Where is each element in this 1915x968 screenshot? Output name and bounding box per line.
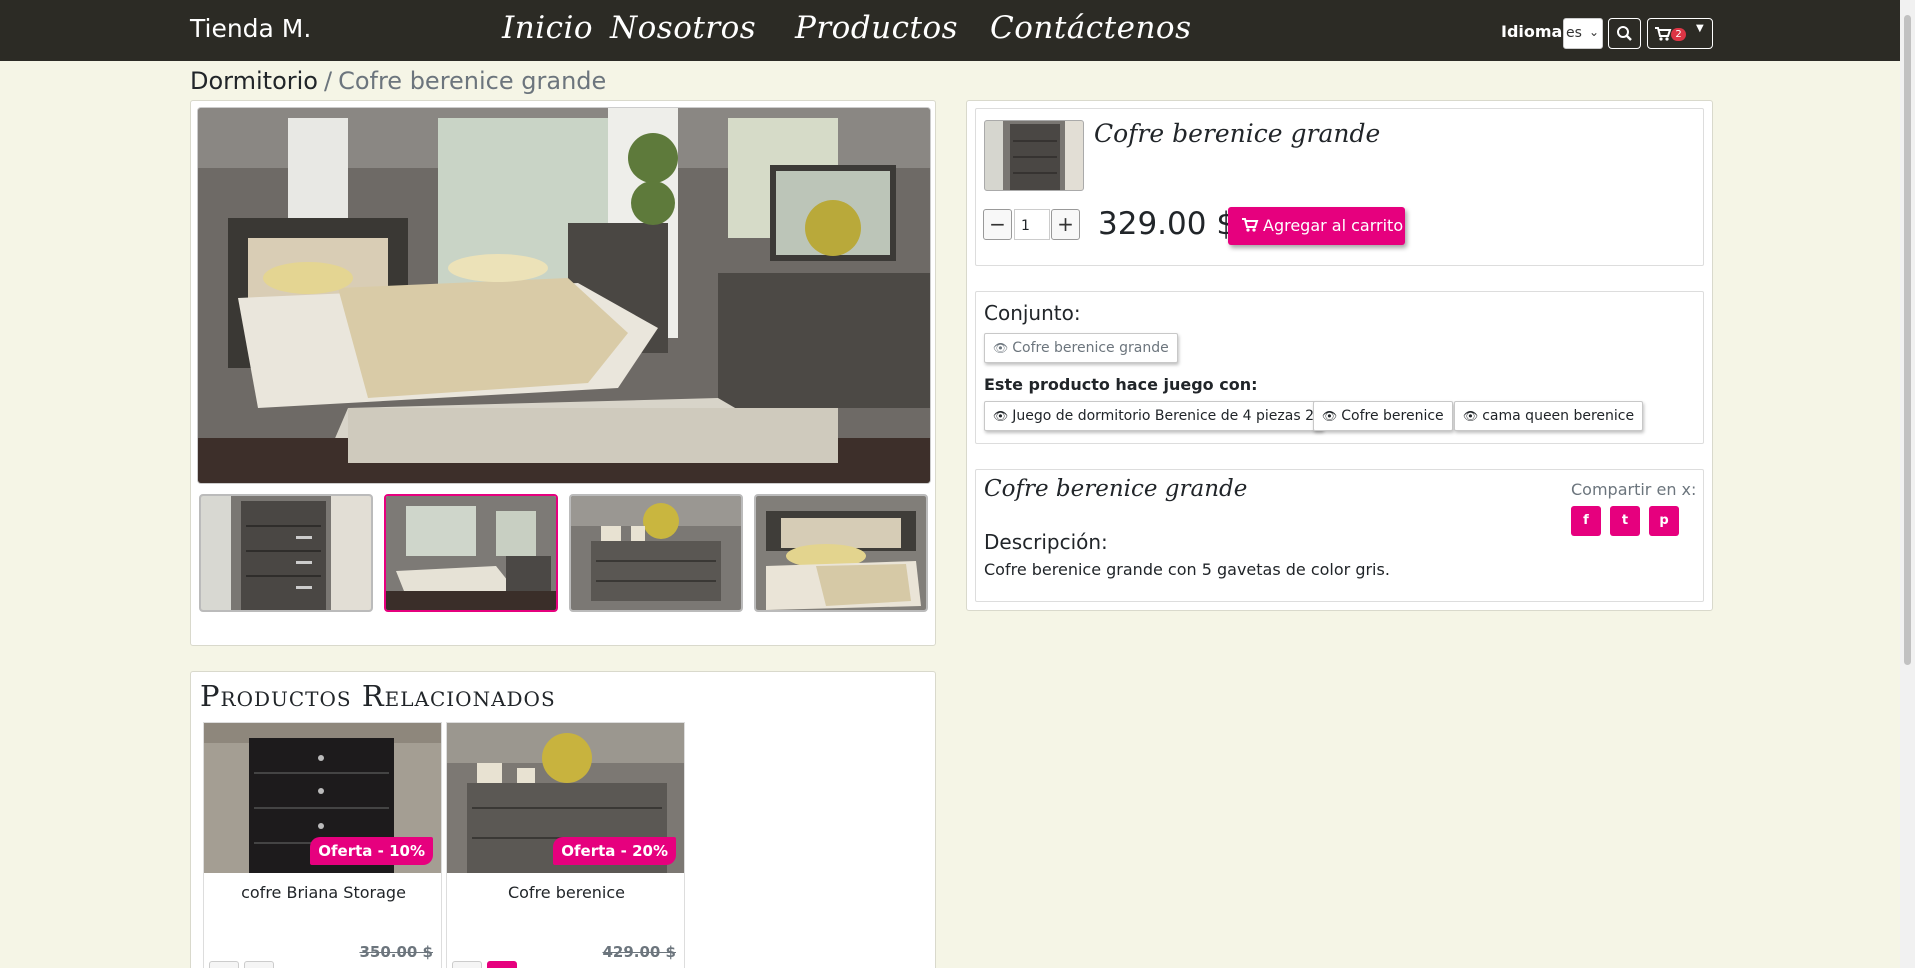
nav-link-productos[interactable]: Productos: [795, 10, 958, 46]
set-item-label: Cofre berenice grande: [1012, 340, 1169, 356]
language-value: es: [1566, 25, 1582, 41]
facebook-share-button[interactable]: f: [1571, 506, 1601, 536]
match-chip-1[interactable]: 👁 Juego de dormitorio Berenice de 4 pieza…: [984, 401, 1323, 431]
thumbnail-4[interactable]: [754, 494, 928, 612]
offer-badge: Oferta - 20%: [553, 837, 676, 865]
brand-logo[interactable]: Tienda M.: [190, 14, 311, 43]
set-item-chip[interactable]: 👁 Cofre berenice grande: [984, 333, 1178, 363]
chevron-down-icon: ⌄: [1588, 25, 1599, 39]
pinterest-icon: p: [1659, 513, 1669, 528]
nav-link-nosotros[interactable]: Nosotros: [610, 10, 756, 46]
related-product-card-1[interactable]: Oferta - 10% cofre Briana Storage 350.00…: [203, 722, 442, 968]
thumbnail-image-bedroom: [386, 496, 556, 610]
decrement-button[interactable]: −: [983, 209, 1012, 240]
breadcrumb-category[interactable]: Dormitorio: [190, 67, 318, 95]
search-icon: [1617, 26, 1632, 41]
description-text: Cofre berenice grande con 5 gavetas de c…: [984, 560, 1390, 579]
nav-link-inicio[interactable]: Inicio: [502, 10, 593, 46]
twitter-icon: t: [1621, 513, 1629, 528]
page-scrollbar[interactable]: [1900, 0, 1915, 968]
facebook-icon: f: [1583, 513, 1589, 528]
match-label-3: cama queen berenice: [1482, 408, 1635, 424]
breadcrumb-current: Cofre berenice grande: [338, 67, 607, 95]
related-product-old-price-2: 429.00 $: [602, 943, 676, 961]
eye-icon: 👁: [1322, 409, 1338, 423]
share-label: Compartir en x:: [1571, 480, 1697, 499]
description-heading: Descripción:: [984, 530, 1108, 554]
related-view-button-2[interactable]: [452, 961, 482, 968]
add-to-cart-button[interactable]: Agregar al carrito: [1228, 207, 1405, 245]
caret-down-icon: ▼: [1696, 23, 1704, 34]
eye-icon: 👁: [993, 409, 1009, 423]
eye-icon: 👁: [1463, 409, 1479, 423]
thumbnail-image-chest: [201, 496, 371, 610]
thumbnail-3[interactable]: [569, 494, 743, 612]
thumbnail-2[interactable]: [384, 494, 558, 612]
language-select[interactable]: es ⌄: [1563, 18, 1603, 49]
twitter-share-button[interactable]: t: [1610, 506, 1640, 536]
matches-label: Este producto hace juego con:: [984, 375, 1258, 394]
description-title: Cofre berenice grande: [984, 476, 1248, 502]
cart-count-badge: 2: [1671, 28, 1686, 41]
scrollbar-thumb[interactable]: [1904, 15, 1911, 665]
match-chip-2[interactable]: 👁 Cofre berenice: [1313, 401, 1453, 431]
related-product-old-price-1: 350.00 $: [359, 943, 433, 961]
related-products-title: Productos Relacionados: [200, 679, 556, 713]
product-thumbnail: [984, 120, 1084, 191]
thumbnail-image-bed: [756, 496, 926, 610]
set-label: Conjunto:: [984, 301, 1081, 325]
offer-badge: Oferta - 10%: [310, 837, 433, 865]
bedroom-photo: [198, 108, 930, 483]
product-thumbnail-image: [985, 121, 1083, 190]
cart-button[interactable]: 2 ▼: [1647, 18, 1713, 49]
quantity-input[interactable]: 1: [1014, 209, 1050, 240]
cart-icon: [1242, 218, 1259, 232]
product-title: Cofre berenice grande: [1094, 119, 1381, 148]
breadcrumb-separator: /: [323, 67, 333, 95]
nav-link-contactenos[interactable]: Contáctenos: [990, 10, 1192, 46]
match-label-2: Cofre berenice: [1341, 408, 1444, 424]
eye-icon: 👁: [993, 341, 1009, 355]
increment-button[interactable]: +: [1051, 209, 1080, 240]
navbar: Tienda M. Inicio Nosotros Productos Cont…: [0, 0, 1900, 61]
pinterest-share-button[interactable]: p: [1649, 506, 1679, 536]
add-to-cart-label: Agregar al carrito: [1263, 216, 1404, 235]
main-product-image[interactable]: [197, 107, 931, 484]
related-product-name-2[interactable]: Cofre berenice: [447, 883, 684, 902]
thumbnail-image-dresser: [571, 496, 741, 610]
minus-icon: −: [989, 212, 1006, 236]
match-label-1: Juego de dormitorio Berenice de 4 piezas…: [1012, 408, 1314, 424]
related-view-button-1[interactable]: [209, 961, 239, 968]
related-product-name-1[interactable]: cofre Briana Storage: [204, 883, 441, 902]
related-compare-button-1[interactable]: [244, 961, 274, 968]
gallery-card: [190, 100, 936, 646]
match-chip-3[interactable]: 👁 cama queen berenice: [1454, 401, 1644, 431]
thumbnail-1[interactable]: [199, 494, 373, 612]
product-price: 329.00 $: [1098, 206, 1237, 242]
breadcrumb: Dormitorio / Cofre berenice grande: [190, 67, 606, 95]
cart-icon: [1655, 27, 1672, 41]
plus-icon: +: [1057, 212, 1074, 236]
related-cart-button-2[interactable]: [487, 961, 517, 968]
related-product-card-2[interactable]: Oferta - 20% Cofre berenice 429.00 $: [446, 722, 685, 968]
language-label: Idioma:: [1501, 22, 1569, 41]
search-button[interactable]: [1608, 18, 1641, 49]
